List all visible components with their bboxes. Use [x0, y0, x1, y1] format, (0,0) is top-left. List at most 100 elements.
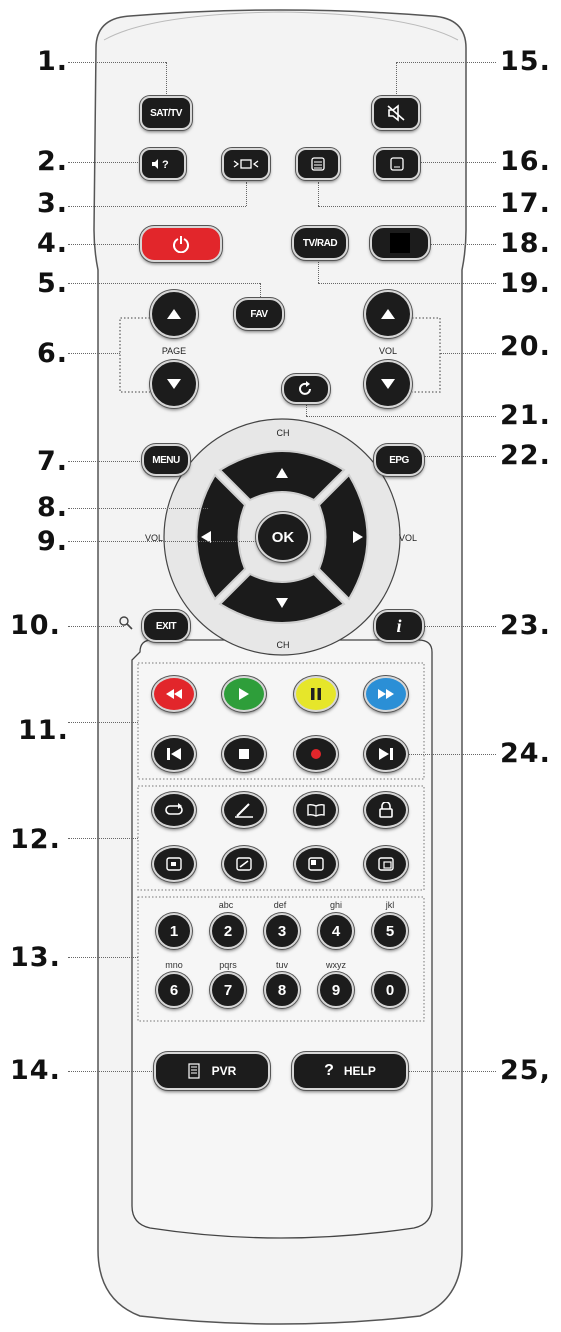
leader-12: [68, 838, 138, 839]
callout-20: 20.: [500, 331, 551, 362]
stop-button[interactable]: [222, 736, 266, 772]
svg-text:?: ?: [162, 159, 169, 171]
digit-1-label: 1: [169, 922, 179, 940]
digit-8-button[interactable]: 8: [264, 972, 300, 1008]
mute-icon: [387, 104, 405, 122]
ch-bottom-label: CH: [276, 640, 290, 650]
pause-button[interactable]: [294, 676, 338, 712]
digit-9-button[interactable]: 9: [318, 972, 354, 1008]
digit-0-button[interactable]: 0: [372, 972, 408, 1008]
info-button[interactable]: i: [374, 610, 424, 642]
audio-button[interactable]: ?: [140, 148, 186, 180]
aspect-icon: [308, 857, 324, 871]
tv-rad-button[interactable]: TV/RAD: [292, 226, 348, 260]
remote-diagram: 1. 2. 3. 4. 5. 6. 7. 8. 9. 10. 11. 12. 1…: [0, 0, 561, 1332]
slow-back-button[interactable]: [152, 736, 196, 772]
power-button[interactable]: [140, 226, 222, 262]
callout-4: 4.: [37, 228, 69, 259]
callout-15: 15.: [500, 46, 551, 77]
callout-2: 2.: [37, 146, 69, 177]
leader-7: [68, 461, 144, 462]
callout-11: 11.: [18, 715, 69, 746]
digit-3-label: 3: [277, 922, 287, 940]
callout-7: 7.: [37, 446, 69, 477]
edit-button[interactable]: [222, 792, 266, 828]
teletext-icon: [311, 157, 325, 171]
callout-22: 22.: [500, 440, 551, 471]
leader-22: [424, 456, 496, 457]
teletext-button[interactable]: [296, 148, 340, 180]
callout-1: 1.: [37, 46, 69, 77]
callout-5: 5.: [37, 268, 69, 299]
digit-3-button[interactable]: 3: [264, 913, 300, 949]
digit-5-button[interactable]: 5: [372, 913, 408, 949]
swap-icon: [378, 857, 394, 871]
page-label: PAGE: [161, 346, 187, 356]
mute-button[interactable]: [372, 96, 420, 130]
epg-button[interactable]: EPG: [374, 444, 424, 476]
slow-forward-button[interactable]: [364, 736, 408, 772]
callout-13: 13.: [10, 942, 61, 973]
leader-13: [68, 957, 138, 958]
aspect-button[interactable]: [294, 846, 338, 882]
digit-7-label: 7: [223, 981, 233, 999]
down-arrow-icon: [167, 379, 181, 389]
pvr-button[interactable]: PVR: [154, 1052, 270, 1090]
callout-16: 16.: [500, 146, 551, 177]
ok-button[interactable]: OK: [256, 512, 310, 562]
pvr-label: PVR: [211, 1064, 237, 1078]
zoom-button[interactable]: [222, 846, 266, 882]
digit-4-button[interactable]: 4: [318, 913, 354, 949]
callout-21: 21.: [500, 400, 551, 431]
pause-icon: [311, 688, 321, 700]
pvr-icon: [188, 1063, 200, 1079]
leader-10: [68, 626, 124, 627]
sat-tv-button[interactable]: SAT/TV: [140, 96, 192, 130]
dpad-vol-right-label: VOL: [398, 533, 418, 543]
unmarked-button[interactable]: [370, 226, 430, 260]
ok-label: OK: [271, 528, 295, 546]
lock-button[interactable]: [364, 792, 408, 828]
leader-15: [396, 62, 496, 63]
exit-label: EXIT: [155, 620, 177, 632]
down-arrow-icon: [381, 379, 395, 389]
play-button[interactable]: [222, 676, 266, 712]
rewind-button[interactable]: [152, 676, 196, 712]
digit-7-button[interactable]: 7: [210, 972, 246, 1008]
digit-2-button[interactable]: 2: [210, 913, 246, 949]
swap-button[interactable]: [364, 846, 408, 882]
speaker-button[interactable]: [222, 148, 270, 180]
audio-question-icon: ?: [152, 159, 169, 171]
leader-4: [68, 244, 148, 245]
menu-button[interactable]: MENU: [142, 444, 190, 476]
digit-6-button[interactable]: 6: [156, 972, 192, 1008]
pip-button[interactable]: [152, 846, 196, 882]
volume-up-button[interactable]: [364, 290, 412, 338]
leader-5: [68, 283, 260, 284]
fav-button[interactable]: FAV: [234, 298, 284, 330]
volume-down-button[interactable]: [364, 360, 412, 408]
repeat-button[interactable]: [152, 792, 196, 828]
record-button[interactable]: [294, 736, 338, 772]
page-up-button[interactable]: [150, 290, 198, 338]
vol-label: VOL: [378, 346, 398, 356]
book-button[interactable]: [294, 792, 338, 828]
pip-icon: [166, 857, 182, 871]
page-down-button[interactable]: [150, 360, 198, 408]
fast-forward-button[interactable]: [364, 676, 408, 712]
menu-label: MENU: [152, 454, 180, 466]
remote-body: [93, 9, 467, 1325]
leader-1: [68, 62, 166, 63]
zoom-icon: [236, 857, 252, 871]
square-icon: [390, 233, 410, 253]
help-button[interactable]: ? HELP: [292, 1052, 408, 1090]
digit-1-button[interactable]: 1: [156, 913, 192, 949]
leader-17v: [318, 182, 319, 206]
subtitle-button[interactable]: [374, 148, 420, 180]
digit-2-label: 2: [223, 922, 233, 940]
digit-6-label: 6: [169, 981, 179, 999]
exit-button[interactable]: EXIT: [142, 610, 190, 642]
recall-button[interactable]: [282, 374, 330, 404]
callout-6: 6.: [37, 338, 69, 369]
callout-23: 23.: [500, 610, 551, 641]
